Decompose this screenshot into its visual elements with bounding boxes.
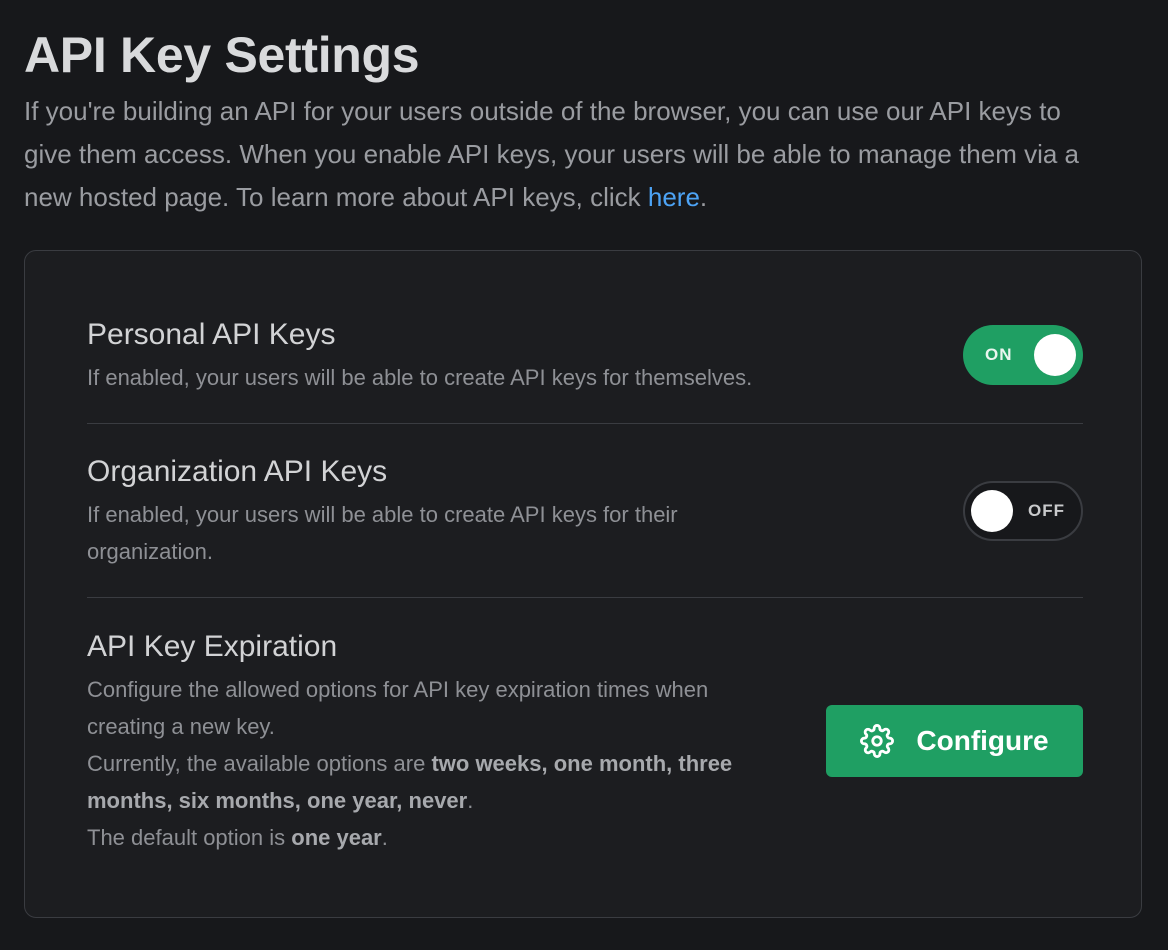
gear-icon [860, 724, 895, 758]
api-key-expiration-title: API Key Expiration [87, 630, 338, 663]
page-title: API Key Settings [24, 27, 420, 83]
organization-api-keys-row: Organization API Keys If enabled, your u… [87, 454, 1083, 570]
toggle-off-label: OFF [1028, 501, 1065, 520]
intro-end: . [699, 182, 708, 212]
divider [87, 597, 1083, 598]
options-prefix: Currently, the available options are [87, 751, 432, 776]
toggle-on-label: ON [985, 345, 1013, 364]
expiration-options: Currently, the available options are two… [87, 745, 777, 819]
intro-body: If you're building an API for your users… [24, 96, 1079, 212]
organization-api-keys-title: Organization API Keys [87, 455, 388, 488]
page: API Key Settings If you're building an A… [0, 0, 1168, 950]
divider [87, 423, 1083, 424]
toggle-knob [1034, 334, 1076, 376]
organization-api-keys-toggle[interactable]: OFF [963, 481, 1083, 541]
expiration-intro: Configure the allowed options for API ke… [87, 677, 709, 739]
api-key-expiration-description: Configure the allowed options for API ke… [87, 671, 777, 856]
learn-more-link[interactable]: here [648, 182, 700, 212]
api-key-expiration-row: API Key Expiration Configure the allowed… [87, 629, 1083, 856]
organization-api-keys-description: If enabled, your users will be able to c… [87, 502, 678, 564]
toggle-knob [971, 490, 1013, 532]
personal-api-keys-title: Personal API Keys [87, 318, 336, 351]
default-value: one year [291, 825, 382, 850]
personal-api-keys-toggle[interactable]: ON [963, 325, 1083, 385]
configure-button[interactable]: Configure [826, 705, 1083, 777]
default-suffix: . [381, 825, 388, 850]
default-prefix: The default option is [87, 825, 292, 850]
intro-text: If you're building an API for your users… [24, 90, 1104, 219]
personal-api-keys-description: If enabled, your users will be able to c… [87, 365, 753, 390]
configure-button-label: Configure [916, 725, 1049, 756]
options-suffix: . [467, 788, 474, 813]
personal-api-keys-row: Personal API Keys If enabled, your users… [87, 317, 1083, 396]
api-key-settings-card: Personal API Keys If enabled, your users… [24, 250, 1142, 918]
expiration-default: The default option is one year. [87, 819, 777, 856]
